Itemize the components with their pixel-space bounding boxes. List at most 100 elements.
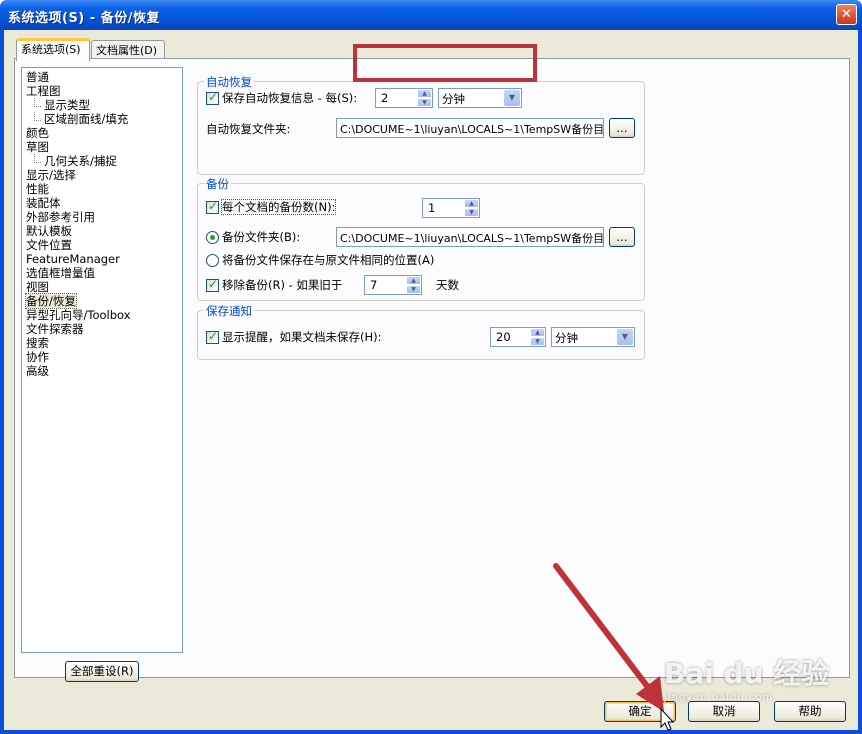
- autorecover-folder-label: 自动恢复文件夹:: [206, 122, 291, 136]
- cancel-button[interactable]: 取消: [688, 701, 760, 722]
- remove-days-value: 7: [370, 278, 378, 292]
- tree-item[interactable]: 显示类型: [22, 98, 182, 112]
- tree-item[interactable]: 备份/恢复: [22, 293, 182, 309]
- annotation-highlight-box: [353, 44, 537, 82]
- tree-item[interactable]: 区域剖面线/填充: [22, 112, 182, 126]
- tree-item-label: 高级: [26, 364, 49, 378]
- tree-item[interactable]: 外部参考引用: [22, 210, 182, 224]
- tree-item-label: 搜索: [26, 336, 49, 350]
- tree-item[interactable]: 默认模板: [22, 224, 182, 238]
- dialog-window: 系统选项(S) - 备份/恢复 ✕ 系统选项(S) 文档属性(D) 普通 工程图显…: [0, 0, 862, 734]
- autorecover-unit-value: 分钟: [442, 92, 465, 106]
- tree-item[interactable]: FeatureManager: [22, 252, 182, 266]
- autorecover-label: 保存自动恢复信息 - 每(S):: [222, 91, 358, 105]
- mouse-cursor-icon: [660, 708, 675, 731]
- backup-folder-input[interactable]: C:\DOCUME~1\liuyan\LOCALS~1\TempSW备份目录: [336, 227, 604, 247]
- tree-item[interactable]: 视图: [22, 280, 182, 294]
- tree-item[interactable]: 性能: [22, 182, 182, 196]
- spin-up-icon[interactable]: ▲: [464, 199, 479, 208]
- tree-item[interactable]: 文件探索器: [22, 322, 182, 336]
- watermark-url: jingyan.baidu.com: [664, 692, 774, 703]
- save-reminder-stepper[interactable]: 20 ▲ ▼: [490, 327, 546, 347]
- tree-item[interactable]: 显示/选择: [22, 168, 182, 182]
- autorecover-checkbox[interactable]: [206, 90, 219, 105]
- tree-item[interactable]: 几何关系/捕捉: [22, 154, 182, 168]
- tab-label: 系统选项(S): [21, 43, 81, 56]
- autorecover-interval-stepper[interactable]: 2 ▲ ▼: [375, 88, 433, 108]
- tree-item-label: 性能: [26, 182, 49, 196]
- spin-down-icon[interactable]: ▼: [530, 337, 545, 346]
- tab-system-options[interactable]: 系统选项(S): [16, 38, 90, 61]
- autorecover-interval-value: 2: [381, 91, 389, 105]
- baidu-watermark: Bai du 经验 jingyan.baidu.com: [664, 652, 829, 703]
- remove-days-unit: 天数: [436, 278, 459, 292]
- tree-item-label: 几何关系/捕捉: [44, 154, 117, 168]
- tree-item[interactable]: 草图: [22, 140, 182, 154]
- spin-down-icon[interactable]: ▼: [417, 98, 432, 107]
- backup-copies-stepper[interactable]: 1 ▲ ▼: [422, 198, 480, 218]
- save-reminder-checkbox[interactable]: [206, 329, 219, 344]
- close-button[interactable]: ✕: [836, 4, 857, 25]
- autorecover-unit-select[interactable]: 分钟 ▼: [438, 88, 522, 108]
- tab-pane: 普通 工程图 显示类型 区域剖面线/填充 颜色 草图 几何关系/捕捉 显示/选择 性能 装配体 外部…: [14, 58, 850, 682]
- autorecover-group-title: 自动恢复: [204, 74, 254, 90]
- tree-item[interactable]: 选值框增量值: [22, 266, 182, 280]
- tree-item[interactable]: 文件位置: [22, 238, 182, 252]
- save-reminder-value: 20: [496, 330, 511, 344]
- tree-item[interactable]: 协作: [22, 350, 182, 364]
- remove-days-stepper[interactable]: 7 ▲ ▼: [364, 275, 422, 295]
- tree-item-label: FeatureManager: [26, 252, 120, 266]
- backup-group: 备份 每个文档的备份数(N): 1 ▲▼ 备份文件夹(B): C:\DOCUME…: [197, 176, 645, 301]
- tree-item-label: 协作: [26, 350, 49, 364]
- tree-item[interactable]: 高级: [22, 364, 182, 378]
- tree-item-label: 普通: [26, 70, 49, 84]
- backup-folder-radio[interactable]: [206, 231, 219, 244]
- chevron-down-icon: ▼: [617, 329, 633, 345]
- spin-down-icon[interactable]: ▼: [406, 285, 421, 294]
- save-reminder-unit-select[interactable]: 分钟 ▼: [551, 327, 635, 347]
- save-reminder-unit-value: 分钟: [555, 331, 578, 345]
- tree-item-label: 区域剖面线/填充: [44, 112, 129, 126]
- options-tree[interactable]: 普通 工程图 显示类型 区域剖面线/填充 颜色 草图 几何关系/捕捉 显示/选择 性能 装配体 外部…: [21, 67, 183, 653]
- reset-all-button[interactable]: 全部重设(R): [65, 661, 139, 682]
- window-title: 系统选项(S) - 备份/恢复: [8, 11, 160, 26]
- save-notify-group: 保存通知 显示提醒，如果文档未保存(H): 20 ▲▼ 分钟 ▼: [197, 303, 645, 360]
- backup-browse-button[interactable]: ...: [609, 227, 635, 247]
- tree-item[interactable]: 普通: [22, 70, 182, 84]
- autorecover-group: 自动恢复 保存自动恢复信息 - 每(S): 2 ▲▼ 分钟 ▼ 自动恢复文件夹:…: [197, 74, 645, 175]
- tree-item-label: 外部参考引用: [26, 210, 95, 224]
- backup-same-location-radio[interactable]: [206, 254, 219, 267]
- tree-item-label: 显示类型: [44, 98, 90, 112]
- spin-up-icon[interactable]: ▲: [417, 89, 432, 98]
- autorecover-folder-input[interactable]: C:\DOCUME~1\liuyan\LOCALS~1\TempSW备份目录\s: [336, 118, 604, 138]
- tree-item[interactable]: 异型孔向导/Toolbox: [22, 308, 182, 322]
- backup-copies-checkbox[interactable]: [206, 199, 219, 214]
- title-bar[interactable]: 系统选项(S) - 备份/恢复 ✕: [0, 0, 862, 30]
- tree-item-label: 文件位置: [26, 238, 72, 252]
- tree-item-label: 草图: [26, 140, 49, 154]
- remove-backup-label: 移除备份(R) - 如果旧于: [222, 278, 343, 292]
- tree-item[interactable]: 搜索: [22, 336, 182, 350]
- spin-up-icon[interactable]: ▲: [530, 328, 545, 337]
- spin-up-icon[interactable]: ▲: [406, 276, 421, 285]
- save-notify-group-title: 保存通知: [204, 303, 254, 319]
- tree-item[interactable]: 工程图: [22, 84, 182, 98]
- tree-item-label: 工程图: [26, 84, 61, 98]
- backup-copies-value: 1: [428, 201, 436, 215]
- backup-copies-label: 每个文档的备份数(N):: [220, 199, 337, 215]
- spin-down-icon[interactable]: ▼: [464, 208, 479, 217]
- help-button[interactable]: 帮助: [774, 701, 846, 722]
- tree-item[interactable]: 装配体: [22, 196, 182, 210]
- tree-item-label: 文件探索器: [26, 322, 84, 336]
- tree-item-label: 异型孔向导/Toolbox: [26, 308, 131, 322]
- tree-item-label: 装配体: [26, 196, 61, 210]
- autorecover-browse-button[interactable]: ...: [609, 118, 635, 138]
- save-reminder-label: 显示提醒，如果文档未保存(H):: [222, 330, 382, 344]
- backup-same-location-label: 将备份文件保存在与原文件相同的位置(A): [222, 253, 435, 267]
- backup-group-title: 备份: [204, 176, 231, 192]
- close-icon: ✕: [841, 7, 852, 22]
- remove-backup-checkbox[interactable]: [206, 277, 219, 292]
- tree-item[interactable]: 颜色: [22, 126, 182, 140]
- tree-item-label: 颜色: [26, 126, 49, 140]
- dialog-client: 系统选项(S) 文档属性(D) 普通 工程图 显示类型 区域剖面线/填充 颜色 草图 几何关…: [4, 30, 858, 730]
